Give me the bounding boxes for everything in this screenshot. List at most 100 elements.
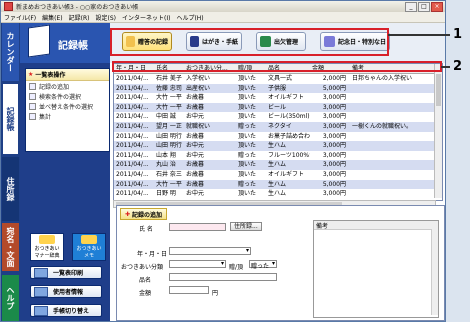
scroll-thumb[interactable] xyxy=(436,74,441,106)
list-operations-panel: ★ 一覧表操作 記録の追加 検索条件の選択 並べ替え条件の選択 集計 xyxy=(25,68,110,152)
table-row[interactable]: 2011/04/... 丸山 治 お歳暮 頂いた 生ハム 3,000円 xyxy=(114,160,442,170)
callout-box-1 xyxy=(110,28,389,56)
table-cell: 3,000円 xyxy=(322,94,346,102)
table-row[interactable]: 2011/04/... 山田 明行お歳暮 頂いた お菓子詰め合わせ 3,000円 xyxy=(114,132,442,142)
category-select[interactable] xyxy=(169,260,226,268)
table-cell: 2011/04/... xyxy=(116,151,149,159)
table-row[interactable]: 2011/04/... 中田 誠 お中元 頂いた ビール(350ml) 3,000円 xyxy=(114,112,442,122)
op-total[interactable]: 集計 xyxy=(26,111,109,121)
callout-number-1: 1 xyxy=(453,27,463,42)
give-receive-select[interactable]: 贈った xyxy=(249,260,277,270)
table-row[interactable]: 2011/04/... 佐藤 忠司 出産祝い 頂いた 子供服 5,000円 xyxy=(114,83,442,94)
notes-scrollbar[interactable] xyxy=(431,229,438,315)
switch-icon xyxy=(34,305,48,316)
table-cell: 3,000円 xyxy=(322,142,346,150)
table-cell: 3,000円 xyxy=(322,103,346,111)
name-input[interactable] xyxy=(169,223,226,231)
table-cell: 日野 明 xyxy=(156,190,176,198)
menu-file[interactable]: ファイル(F) xyxy=(1,13,39,22)
tab-record-book[interactable]: 記録帳 xyxy=(2,83,19,155)
table-row[interactable]: 2011/04/... 山本 翔 お中元 贈った フルーツ100%ジ 3,000円 xyxy=(114,151,442,161)
amount-input[interactable] xyxy=(169,286,209,294)
table-row[interactable]: 2011/04/... 日野 明 お中元 頂いた 生ハム 3,000円 xyxy=(114,189,442,199)
op-sort-condition[interactable]: 並べ替え条件の選択 xyxy=(26,101,109,111)
op-sort-condition-label: 並べ替え条件の選択 xyxy=(39,103,94,111)
addressbook-button[interactable]: 住所録... xyxy=(230,222,262,231)
menu-record[interactable]: 記録(R) xyxy=(66,13,93,22)
table-cell xyxy=(350,170,436,180)
op-add-record[interactable]: 記録の追加 xyxy=(26,81,109,91)
menu-settings[interactable]: 設定(S) xyxy=(92,13,119,22)
tab-help[interactable]: ヘルプ xyxy=(2,275,19,321)
table-row[interactable]: 2011/04/... 大竹 一平 お歳暮 頂いた ビール 3,000円 xyxy=(114,102,442,113)
tab-address-book[interactable]: 住所録 xyxy=(2,157,19,221)
table-row[interactable]: 2011/04/... 大竹 一平 お歳暮 頂いた オイルギフト 3,000円 xyxy=(114,93,442,103)
table-cell: 3,000円 xyxy=(322,113,346,121)
table-cell: 3,000円 xyxy=(322,151,346,159)
menu-help[interactable]: ヘルプ(H) xyxy=(173,13,206,22)
table-cell: フルーツ100%ジ xyxy=(268,151,310,159)
menu-internet[interactable]: インターネット(I) xyxy=(119,13,173,22)
table-row[interactable]: 2011/04/... 大竹 一平 お歳暮 贈った 生ハム 5,000円 xyxy=(114,179,442,190)
table-cell: 贈った xyxy=(238,151,257,159)
callout-line-1 xyxy=(388,34,450,36)
table-cell: 3,000円 xyxy=(322,122,346,130)
table-cell: 3,000円 xyxy=(322,170,346,178)
add-record-icon xyxy=(29,82,36,90)
print-list-label: 一覧表印刷 xyxy=(53,270,84,277)
table-cell: お中元 xyxy=(186,190,205,198)
manners-dictionary-button[interactable]: おつきあい マナー辞典 xyxy=(30,233,64,261)
table-cell: 佐藤 忠司 xyxy=(156,84,182,92)
table-cell: 生ハム xyxy=(268,161,287,169)
table-cell: 2011/04/... xyxy=(116,84,149,92)
item-input[interactable] xyxy=(169,273,277,281)
table-row[interactable]: 2011/04/... 石井 奈三 お歳暮 頂いた オイルギフト 3,000円 xyxy=(114,170,442,180)
user-info-button[interactable]: 使用者情報 xyxy=(30,285,102,298)
table-cell: 中田 誠 xyxy=(156,113,176,121)
table-cell: 山本 翔 xyxy=(156,151,176,159)
table-cell: 2011/04/... xyxy=(116,132,149,140)
table-cell: 3,000円 xyxy=(322,161,346,169)
table-cell: お歳暮 xyxy=(186,103,205,111)
table-cell: 石井 美子 xyxy=(156,75,182,82)
table-cell: 頂いた xyxy=(238,142,257,150)
menu-edit[interactable]: 編集(E) xyxy=(39,13,65,22)
table-row[interactable]: 2011/04/... 望月 一正 就職祝い 贈った ネクタイ 3,000円 一樹くんの就職… xyxy=(114,121,442,132)
table-cell xyxy=(350,112,436,122)
table-cell: 3,000円 xyxy=(322,190,346,198)
table-cell: 2011/04/... xyxy=(116,103,149,111)
table-row[interactable]: 2011/04/... 石井 美子 入学祝い 頂いた 文具一式 2,000円 日邦ちゃんの入… xyxy=(114,74,442,84)
table-cell: 一樹くんの就職祝い。 xyxy=(352,122,413,130)
date-select[interactable] xyxy=(169,247,251,255)
callout-line-2 xyxy=(441,66,450,68)
op-search-condition[interactable]: 検索条件の選択 xyxy=(26,91,109,101)
app-icon xyxy=(4,2,13,11)
table-cell: 2011/04/... xyxy=(116,75,149,82)
table-cell: 大竹 一平 xyxy=(156,94,182,102)
table-cell: 2011/04/... xyxy=(116,180,149,188)
table-body: 2011/04/... 石井 美子 入学祝い 頂いた 文具一式 2,000円 日邦ちゃんの入… xyxy=(114,74,442,199)
switch-notebook-label: 手帳切り替え xyxy=(53,308,90,315)
print-list-button[interactable]: 一覧表印刷 xyxy=(30,266,102,279)
tab-address-label[interactable]: 宛名・文面 xyxy=(2,223,19,271)
table-cell: 3,000円 xyxy=(322,132,346,140)
maximize-button[interactable]: □ xyxy=(418,1,430,12)
table-cell: オイルギフト xyxy=(268,170,305,178)
switch-notebook-button[interactable]: 手帳切り替え xyxy=(30,304,102,317)
minimize-button[interactable]: _ xyxy=(405,1,417,12)
table-cell: お歳暮 xyxy=(186,94,205,102)
table-vertical-scrollbar[interactable] xyxy=(434,64,442,198)
table-cell: 5,000円 xyxy=(322,84,346,92)
memo-button[interactable]: おつきあい メモ xyxy=(72,233,106,261)
tab-calendar[interactable]: カレンダー xyxy=(2,23,19,81)
plus-icon: ✚ xyxy=(125,210,131,218)
add-record-form-title: 記録の追加 xyxy=(132,211,163,219)
table-cell: 頂いた xyxy=(238,113,257,121)
table-cell: 2011/04/... xyxy=(116,94,149,102)
table-cell: 出産祝い xyxy=(186,84,211,92)
table-row[interactable]: 2011/04/... 山田 明行 お中元 頂いた 生ハム 3,000円 xyxy=(114,141,442,151)
close-button[interactable]: × xyxy=(431,1,443,12)
table-cell: お歳暮 xyxy=(186,132,205,140)
date-label: 年・月・日 xyxy=(137,251,168,258)
notes-area[interactable]: 備考 xyxy=(313,220,439,318)
